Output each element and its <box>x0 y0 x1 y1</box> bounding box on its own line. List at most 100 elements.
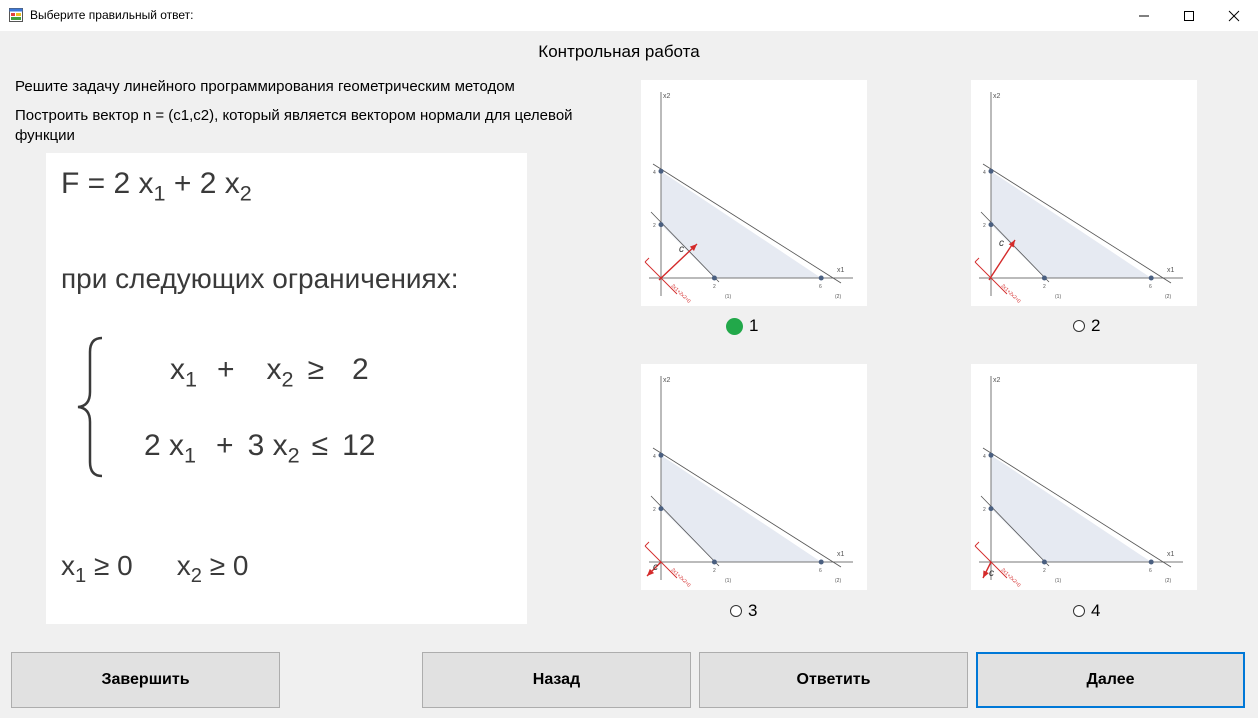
task-question: Построить вектор n = (c1,c2), который яв… <box>15 107 573 144</box>
vertex-point <box>818 275 824 281</box>
normal-vector <box>658 243 698 281</box>
option-2-graph: x2 x1 4 2 2 6 (1) (2) c 2x1+2x2=0 <box>971 80 1197 306</box>
option-3-radio[interactable]: 3 <box>730 601 757 621</box>
axis-label-x1: x1 <box>837 551 845 558</box>
feasible-region <box>991 455 1152 562</box>
vector-label-c: c <box>989 568 994 579</box>
system-brace <box>77 336 103 478</box>
option-3-graph: x2 x1 4 2 2 6 (1) (2) c 2x1+2x2=0 <box>641 364 867 590</box>
feasible-region <box>991 171 1152 278</box>
minimize-button[interactable] <box>1121 0 1167 31</box>
vertex-point <box>658 506 664 512</box>
maximize-icon <box>1184 11 1194 21</box>
level-line-arrow <box>644 257 650 263</box>
lp-graph-svg: x2 x1 4 2 2 6 (1) (2) c 2x1+2x2=0 <box>644 92 853 305</box>
line-label-1: (1) <box>1055 294 1061 300</box>
tick-label-6-x: 6 <box>1149 284 1152 290</box>
vertex-point <box>1041 559 1047 565</box>
constraint-1: x1 + x2 ≥2 <box>170 353 369 392</box>
tick-label-6-x: 6 <box>819 568 822 574</box>
answer-button[interactable]: Ответить <box>699 652 968 708</box>
vertex-point <box>988 452 994 458</box>
line-label-2: (2) <box>1165 578 1171 584</box>
tick-label-2-x: 2 <box>1043 568 1046 574</box>
minimize-icon <box>1139 15 1149 17</box>
option-1-radio[interactable]: 1 <box>726 316 758 336</box>
option-4-graph: x2 x1 4 2 2 6 (1) (2) c 2x1+2x2=0 <box>971 364 1197 590</box>
title-bar: Выберите правильный ответ: <box>0 0 1258 31</box>
tick-label-2-x: 2 <box>1043 284 1046 290</box>
objective-line-label: 2x1+2x2=0 <box>1000 283 1022 305</box>
app-form-icon <box>9 8 23 22</box>
vertex-point <box>711 559 717 565</box>
option-2-radio[interactable]: 2 <box>1073 316 1100 336</box>
maximize-button[interactable] <box>1166 0 1212 31</box>
tick-label-4: 4 <box>653 170 656 176</box>
close-button[interactable] <box>1211 0 1257 31</box>
feasible-region <box>661 171 822 278</box>
vertex-point <box>658 452 664 458</box>
radio-indicator <box>1073 320 1085 332</box>
vertex-point <box>1041 275 1047 281</box>
vertex-point <box>1148 559 1154 565</box>
axis-label-x1: x1 <box>837 267 845 274</box>
back-button[interactable]: Назад <box>422 652 691 708</box>
tick-label-2: 2 <box>983 507 986 513</box>
vertex-point <box>658 168 664 174</box>
next-button[interactable]: Далее <box>976 652 1245 708</box>
tick-label-2: 2 <box>653 507 656 513</box>
constraints-title: при следующих ограничениях: <box>61 263 459 294</box>
vector-label-c: c <box>653 562 658 573</box>
non-negativity: x1 ≥ 0 x2 ≥ 0 <box>61 550 249 588</box>
tick-label-4: 4 <box>653 454 656 460</box>
lp-graph-svg: x2 x1 4 2 2 6 (1) (2) c 2x1+2x2=0 <box>974 376 1183 589</box>
app-window: Выберите правильный ответ: Контрольная р… <box>0 0 1258 718</box>
line-label-1: (1) <box>725 578 731 584</box>
axis-label-x1: x1 <box>1167 267 1175 274</box>
window-title: Выберите правильный ответ: <box>30 8 194 22</box>
task-instruction: Решите задачу линейного программирования… <box>15 78 515 95</box>
vertex-point <box>711 275 717 281</box>
objective-line-label: 2x1+2x2=0 <box>1000 567 1022 589</box>
tick-label-6-x: 6 <box>1149 568 1152 574</box>
page-title: Контрольная работа <box>538 42 700 61</box>
axis-label-x2: x2 <box>993 377 1001 384</box>
objective-line-label: 2x1+2x2=0 <box>670 283 692 305</box>
axis-label-x1: x1 <box>1167 551 1175 558</box>
vertex-point <box>658 222 664 228</box>
line-label-2: (2) <box>835 578 841 584</box>
problem-formula-image: F = 2 x1 + 2 x2 при следующих ограничени… <box>46 153 527 624</box>
axis-label-x2: x2 <box>663 93 671 100</box>
tick-label-2-x: 2 <box>713 284 716 290</box>
vector-label-c: c <box>999 238 1004 249</box>
line-label-2: (2) <box>1165 294 1171 300</box>
tick-label-2-x: 2 <box>713 568 716 574</box>
radio-indicator <box>730 605 742 617</box>
option-1-graph: x2 x1 4 2 2 6 (1) (2) c 2x1+2x2=0 <box>641 80 867 306</box>
vertex-point <box>1148 275 1154 281</box>
vector-label-c: c <box>679 244 684 255</box>
lp-graph-svg: x2 x1 4 2 2 6 (1) (2) c 2x1+2x2=0 <box>974 92 1183 305</box>
tick-label-4: 4 <box>983 170 986 176</box>
tick-label-6-x: 6 <box>819 284 822 290</box>
finish-button[interactable]: Завершить <box>11 652 280 708</box>
tick-label-2: 2 <box>983 223 986 229</box>
line-label-1: (1) <box>1055 578 1061 584</box>
close-icon <box>1228 10 1240 22</box>
option-4-radio[interactable]: 4 <box>1073 601 1100 621</box>
objective-line-label: 2x1+2x2=0 <box>670 567 692 589</box>
tick-label-4: 4 <box>983 454 986 460</box>
vertex-point <box>818 559 824 565</box>
vertex-point <box>988 168 994 174</box>
tick-label-2: 2 <box>653 223 656 229</box>
constraint-2: 2 x1 +3 x2 ≤12 <box>144 429 376 468</box>
radio-indicator <box>1073 605 1085 617</box>
axis-label-x2: x2 <box>663 377 671 384</box>
level-line-arrow <box>644 541 650 547</box>
radio-selected-indicator <box>726 317 743 335</box>
axis-label-x2: x2 <box>993 93 1001 100</box>
objective-function: F = 2 x1 + 2 x2 <box>61 167 252 206</box>
vertex-point <box>988 506 994 512</box>
level-line-arrow <box>974 541 980 547</box>
lp-graph-svg: x2 x1 4 2 2 6 (1) (2) c 2x1+2x2=0 <box>644 376 853 589</box>
